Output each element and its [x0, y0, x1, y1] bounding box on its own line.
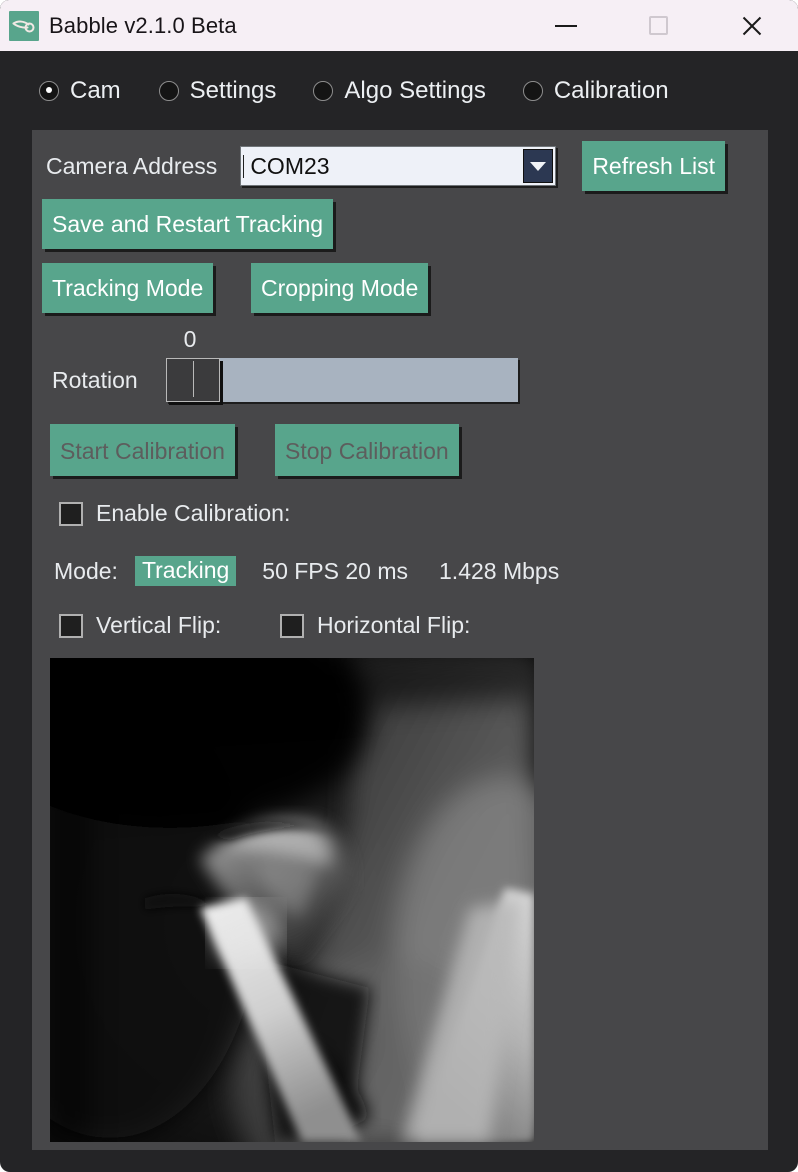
start-calibration-button[interactable]: Start Calibration [50, 424, 235, 476]
title-bar: Babble v2.1.0 Beta [0, 0, 798, 51]
horizontal-flip-checkbox[interactable] [280, 613, 304, 638]
vertical-flip-row[interactable]: Vertical Flip: [59, 612, 221, 639]
tab-algo-settings[interactable]: Algo Settings [313, 76, 486, 105]
radio-icon-calibration[interactable] [522, 80, 543, 101]
camera-address-value: COM23 [243, 154, 330, 178]
rotation-row: Rotation 0 [52, 326, 518, 402]
camera-address-row: Camera Address COM23 Refresh List [46, 141, 726, 191]
close-icon [740, 14, 764, 38]
window-title: Babble v2.1.0 Beta [49, 12, 237, 38]
rotation-slider-handle[interactable] [165, 358, 220, 402]
minimize-button[interactable] [519, 0, 612, 51]
save-and-restart-tracking-button[interactable]: Save and Restart Tracking [42, 199, 334, 249]
stop-calibration-button[interactable]: Stop Calibration [275, 424, 459, 476]
camera-address-combobox[interactable]: COM23 [240, 146, 557, 186]
tab-radio-group: Cam Settings Algo Settings Calibration [0, 51, 798, 130]
triangle-glyph [530, 161, 547, 171]
vertical-flip-checkbox[interactable] [59, 613, 83, 638]
tab-cam[interactable]: Cam [39, 77, 121, 105]
app-window: Babble v2.1.0 Beta Cam Settings Algo Set… [0, 0, 798, 1172]
maximize-icon [649, 16, 668, 35]
tab-algo-settings-label: Algo Settings [344, 76, 486, 104]
cropping-mode-button[interactable]: Cropping Mode [251, 263, 429, 313]
fps-status: 50 FPS 20 ms [262, 557, 409, 584]
tracking-mode-button[interactable]: Tracking Mode [42, 263, 214, 313]
mode-value-badge: Tracking [134, 556, 237, 587]
close-button[interactable] [705, 0, 798, 51]
tab-settings-label: Settings [189, 76, 277, 104]
radio-icon-settings[interactable] [158, 80, 179, 101]
status-row: Mode: Tracking 50 FPS 20 ms 1.428 Mbps [54, 556, 560, 587]
radio-icon-cam[interactable] [39, 80, 59, 101]
horizontal-flip-row[interactable]: Horizontal Flip: [280, 612, 470, 639]
tab-cam-label: Cam [70, 76, 121, 104]
horizontal-flip-label: Horizontal Flip: [317, 612, 471, 638]
window-controls [519, 0, 798, 51]
enable-calibration-checkbox[interactable] [59, 501, 83, 526]
camera-address-label: Camera Address [46, 152, 218, 179]
enable-calibration-label: Enable Calibration: [96, 500, 291, 526]
minimize-icon [554, 24, 577, 27]
bitrate-status: 1.428 Mbps [439, 557, 560, 584]
mode-label: Mode: [54, 557, 118, 584]
enable-calibration-row[interactable]: Enable Calibration: [59, 500, 290, 527]
camera-preview-feed[interactable] [50, 658, 534, 1142]
cam-panel: Camera Address COM23 Refresh List Save a… [32, 130, 768, 1150]
chevron-down-icon[interactable] [523, 149, 554, 183]
rotation-value: 0 [183, 326, 197, 352]
rotation-slider[interactable]: 0 [165, 326, 518, 402]
refresh-list-button[interactable]: Refresh List [582, 141, 726, 191]
radio-icon-algo-settings[interactable] [313, 80, 334, 101]
tab-settings[interactable]: Settings [158, 76, 277, 105]
rotation-label: Rotation [52, 366, 138, 393]
maximize-button[interactable] [612, 0, 705, 51]
babble-tongue-logo-icon [9, 10, 39, 41]
tab-calibration-label: Calibration [553, 76, 669, 104]
tab-calibration[interactable]: Calibration [522, 76, 669, 105]
vertical-flip-label: Vertical Flip: [96, 612, 222, 638]
